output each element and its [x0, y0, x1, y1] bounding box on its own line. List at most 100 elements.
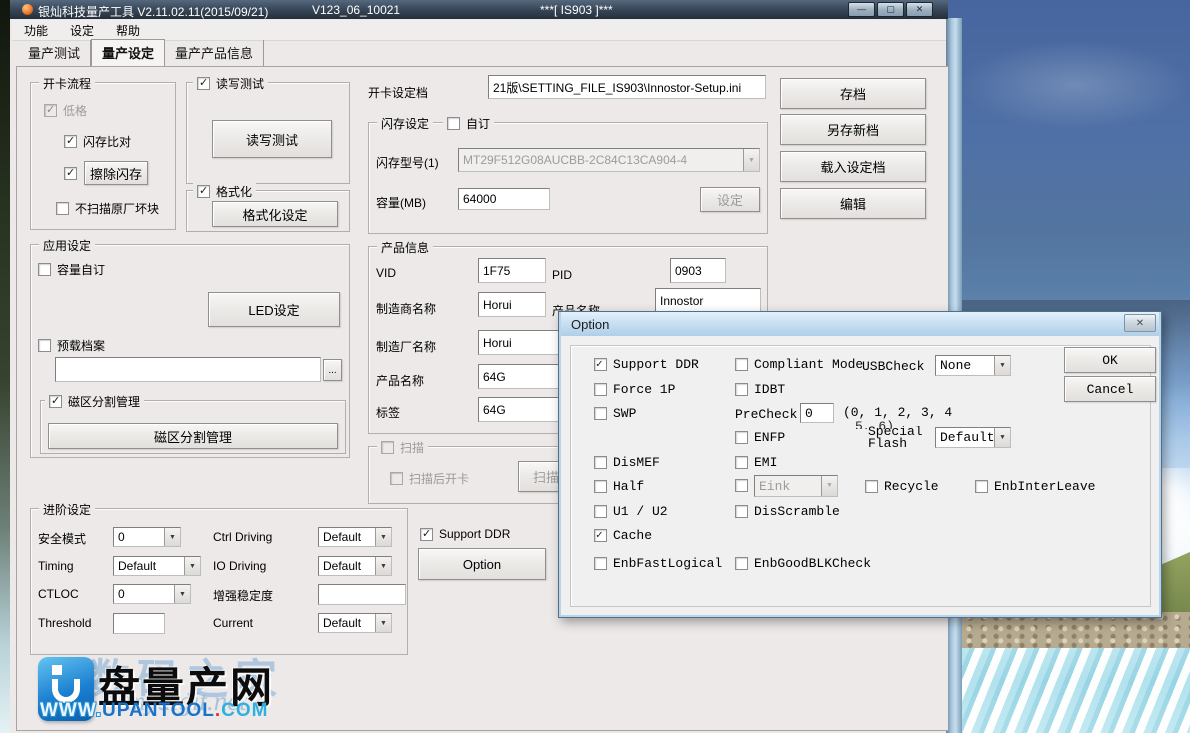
option-button[interactable]: Option [418, 548, 546, 580]
flash-settings-title: 闪存设定 [377, 115, 433, 132]
checkbox-icon [594, 407, 607, 420]
save-as-button[interactable]: 另存新档 [780, 114, 926, 145]
flash-compare-checkbox[interactable]: 闪存比对 [64, 133, 131, 150]
opt-eink-checkbox[interactable] [735, 479, 748, 492]
opt-enbfastlogical-checkbox[interactable]: EnbFastLogical [594, 556, 722, 571]
dropdown-arrow-icon: ▼ [994, 356, 1010, 375]
checkbox-icon [44, 104, 57, 117]
capacity-custom-checkbox[interactable]: 容量自订 [38, 261, 105, 278]
ok-button[interactable]: OK [1064, 347, 1156, 373]
option-dialog-close-button[interactable]: ✕ [1124, 314, 1156, 332]
format-settings-button[interactable]: 格式化设定 [212, 201, 338, 227]
opt-disscramble-checkbox[interactable]: DisScramble [735, 504, 840, 519]
minimize-button[interactable]: — [848, 2, 875, 17]
capacity-input[interactable]: 64000 [458, 188, 550, 210]
opt-recycle-checkbox[interactable]: Recycle [865, 479, 939, 494]
close-button[interactable]: ✕ [906, 2, 933, 17]
ctrl-driving-select[interactable]: Default ▼ [318, 527, 392, 547]
flash-custom-checkbox[interactable]: 自订 [447, 115, 490, 132]
partition-checkbox[interactable]: 磁区分割管理 [49, 393, 140, 410]
scan-checkbox: 扫描 [381, 439, 424, 456]
window-title-badge: ***[ IS903 ]*** [540, 3, 613, 17]
menu-function[interactable]: 功能 [24, 22, 48, 39]
checkbox-icon [975, 480, 988, 493]
tab-production-settings[interactable]: 量产设定 [91, 39, 165, 66]
checkbox-icon [49, 395, 62, 408]
io-driving-select[interactable]: Default ▼ [318, 556, 392, 576]
checkbox-icon [64, 135, 77, 148]
erase-flash-button[interactable]: 擦除闪存 [84, 161, 148, 185]
dropdown-arrow-icon: ▼ [375, 528, 391, 546]
opt-dismef-checkbox[interactable]: DisMEF [594, 455, 660, 470]
stability-input[interactable] [318, 584, 406, 605]
cancel-button[interactable]: Cancel [1064, 376, 1156, 402]
safe-mode-label: 安全模式 [38, 530, 86, 547]
checkbox-icon [64, 167, 77, 180]
threshold-label: Threshold [38, 616, 91, 630]
partition-manage-button[interactable]: 磁区分割管理 [48, 423, 338, 449]
low-format-checkbox[interactable]: 低格 [44, 102, 87, 119]
checkbox-icon [735, 383, 748, 396]
opt-compliant-mode-checkbox[interactable]: Compliant Mode [735, 357, 863, 372]
checkbox-icon [735, 557, 748, 570]
opt-emi-checkbox[interactable]: EMI [735, 455, 777, 470]
pid-input[interactable]: 0903 [670, 258, 726, 283]
opt-cache-checkbox[interactable]: Cache [594, 528, 652, 543]
app-settings-title: 应用设定 [39, 237, 95, 254]
scan-after-open-checkbox: 扫描后开卡 [390, 470, 469, 487]
product-name-input[interactable]: Innostor [655, 288, 761, 313]
safe-mode-select[interactable]: 0 ▼ [113, 527, 181, 547]
erase-flash-checkbox[interactable] [64, 167, 77, 180]
flash-model-select: MT29F512G08AUCBB-2C84C13CA904-4 ▼ [458, 148, 760, 172]
vid-input[interactable]: 1F75 [478, 258, 546, 283]
precheck-input[interactable]: 0 [800, 403, 834, 423]
vendor-input[interactable]: Horui [478, 292, 546, 317]
opt-enbgoodblkcheck-checkbox[interactable]: EnbGoodBLKCheck [735, 556, 871, 571]
flash-set-button: 设定 [700, 187, 760, 212]
edit-button[interactable]: 编辑 [780, 188, 926, 219]
load-config-button[interactable]: 载入设定档 [780, 151, 926, 182]
checkbox-icon [38, 339, 51, 352]
checkbox-icon [420, 528, 433, 541]
product-info-title: 产品信息 [377, 239, 433, 256]
timing-select[interactable]: Default ▼ [113, 556, 201, 576]
rw-test-checkbox[interactable]: 读写测试 [197, 75, 264, 92]
opt-swp-checkbox[interactable]: SWP [594, 406, 636, 421]
menu-settings[interactable]: 设定 [70, 22, 94, 39]
format-checkbox[interactable]: 格式化 [197, 183, 252, 200]
skip-bad-block-checkbox[interactable]: 不扫描原厂坏块 [56, 200, 159, 217]
preload-checkbox[interactable]: 预载档案 [38, 337, 105, 354]
tab-production-test[interactable]: 量产测试 [18, 40, 91, 66]
opt-idbt-checkbox[interactable]: IDBT [735, 382, 785, 397]
threshold-input[interactable] [113, 613, 165, 634]
save-button[interactable]: 存档 [780, 78, 926, 109]
product-name2-label: 产品名称 [376, 372, 424, 389]
opt-support-ddr-checkbox[interactable]: Support DDR [594, 357, 699, 372]
special-flash-label: Special Flash [868, 426, 930, 449]
flow-group-title: 开卡流程 [39, 75, 95, 92]
checkbox-icon [594, 505, 607, 518]
config-file-input[interactable]: 21版\SETTING_FILE_IS903\Innostor-Setup.in… [488, 75, 766, 99]
checkbox-icon [735, 456, 748, 469]
vendor-label: 制造商名称 [376, 300, 436, 317]
browse-button[interactable]: ... [323, 359, 342, 381]
dropdown-arrow-icon: ▼ [164, 528, 180, 546]
opt-force-1p-checkbox[interactable]: Force 1P [594, 382, 675, 397]
app-icon [22, 4, 33, 15]
menu-help[interactable]: 帮助 [116, 22, 140, 39]
support-ddr-checkbox[interactable]: Support DDR [420, 527, 510, 541]
current-select[interactable]: Default ▼ [318, 613, 392, 633]
preload-path-input[interactable] [55, 357, 321, 382]
rw-test-button[interactable]: 读写测试 [212, 120, 332, 158]
opt-enfp-checkbox[interactable]: ENFP [735, 430, 785, 445]
timing-label: Timing [38, 559, 74, 573]
opt-half-checkbox[interactable]: Half [594, 479, 644, 494]
tab-product-info[interactable]: 量产产品信息 [165, 40, 264, 66]
opt-u1u2-checkbox[interactable]: U1 / U2 [594, 504, 668, 519]
ctloc-select[interactable]: 0 ▼ [113, 584, 191, 604]
special-flash-select[interactable]: Default ▼ [935, 427, 1011, 448]
opt-enbinterleave-checkbox[interactable]: EnbInterLeave [975, 479, 1095, 494]
maximize-button[interactable]: ▢ [877, 2, 904, 17]
led-settings-button[interactable]: LED设定 [208, 292, 340, 327]
usbcheck-select[interactable]: None ▼ [935, 355, 1011, 376]
